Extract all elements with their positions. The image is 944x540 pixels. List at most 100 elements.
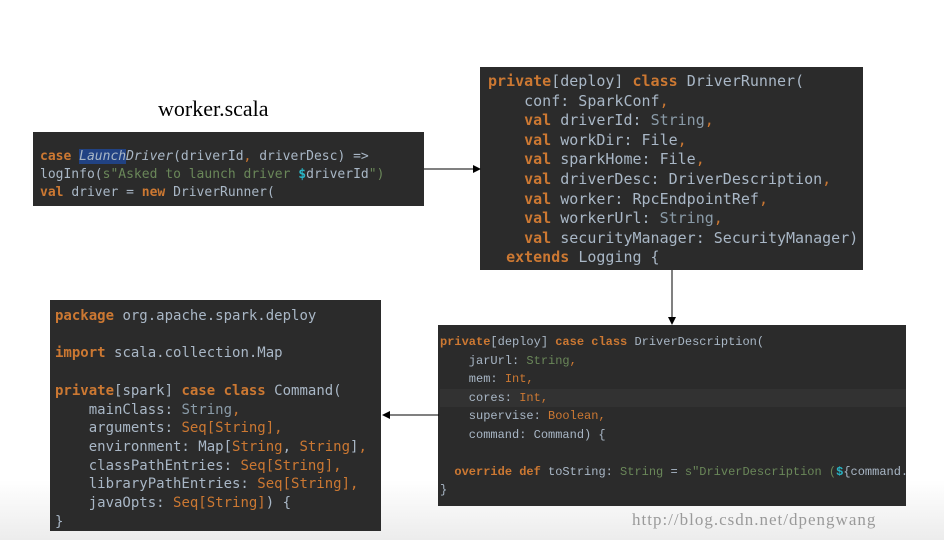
code-line: private[deploy] case class DriverDescrip… xyxy=(440,333,906,352)
file-title: worker.scala xyxy=(158,96,269,121)
code-line: override def toString: String = s"Driver… xyxy=(440,463,906,482)
code-token: , xyxy=(232,401,241,418)
code-token: , xyxy=(243,149,260,164)
code-line: val sparkHome: File, xyxy=(488,150,863,170)
code-token: supervise: xyxy=(440,409,549,423)
code-token: Int xyxy=(504,372,527,386)
code-token: Seq[String] xyxy=(173,495,266,512)
code-line: val securityManager: SecurityManager) xyxy=(488,229,863,249)
code-token: package xyxy=(55,308,123,324)
watermark: http://blog.csdn.net/dpengwang xyxy=(632,510,877,529)
code-token: ") xyxy=(368,167,385,182)
code-token: String xyxy=(526,353,570,368)
code-token: , xyxy=(540,390,549,405)
code-token: , xyxy=(598,409,606,423)
code-token: driverDesc: DriverDescription xyxy=(560,169,823,188)
code-token: , xyxy=(350,476,359,493)
code-token: cores: xyxy=(440,390,520,405)
code-token: workDir: File xyxy=(560,130,678,149)
code-line: } xyxy=(440,481,906,500)
code-line: logInfo(s"Asked to launch driver $driver… xyxy=(40,166,424,184)
code-line: javaOpts: Seq[String]) { xyxy=(55,494,381,513)
code-token: [spark] xyxy=(114,382,182,399)
code-token: } xyxy=(440,483,448,497)
code-token: import xyxy=(55,345,115,362)
code-token: , xyxy=(333,457,342,474)
code-line: case LaunchDriver(driverId, driverDesc) … xyxy=(40,148,424,166)
code-token: val xyxy=(40,185,72,200)
code-token: private xyxy=(488,72,552,90)
code-token: , xyxy=(704,111,714,130)
code-token: , xyxy=(758,189,768,208)
code-token: Int xyxy=(519,390,541,405)
code-line: val workDir: File, xyxy=(488,131,863,151)
code-token: case class xyxy=(181,382,275,399)
code-line: classPathEntries: Seq[String], xyxy=(55,457,381,476)
code-line: val driverId: String, xyxy=(488,111,863,131)
code-line: import scala.collection.Map xyxy=(55,344,381,363)
code-token: environment: Map[ xyxy=(55,438,233,455)
code-token: mem: xyxy=(440,372,505,386)
code-token: String xyxy=(232,438,283,455)
code-token: Command( xyxy=(274,382,342,399)
code-line: mem: Int, xyxy=(440,370,906,389)
code-token: driverDesc) => xyxy=(259,149,369,164)
code-line: conf: SparkConf, xyxy=(488,92,863,112)
code-token: mainClass: xyxy=(55,401,182,418)
code-token: , xyxy=(282,438,300,455)
code-line: val driverDesc: DriverDescription, xyxy=(488,170,863,190)
code-token: case xyxy=(40,149,80,164)
code-token: logInfo( xyxy=(40,167,103,182)
code-token: = xyxy=(663,464,685,479)
code-line: command: Command) { xyxy=(440,426,906,445)
code-token: javaOpts: xyxy=(55,495,174,512)
code-token: org.apache.spark.deploy xyxy=(122,308,317,324)
arrow-worker-to-driver-runner xyxy=(424,165,481,173)
code-token: scala.collection.Map xyxy=(114,345,283,362)
code-token: Boolean xyxy=(548,409,599,423)
code-line: private[spark] case class Command( xyxy=(55,382,381,401)
code-token: , xyxy=(274,420,283,437)
code-token: val xyxy=(524,189,561,208)
code-token: val xyxy=(524,169,561,188)
code-line: extends Logging { xyxy=(488,248,863,268)
code-token: worker: RpcEndpointRef xyxy=(560,189,759,208)
code-token: classPathEntries: xyxy=(55,457,241,474)
code-token: driverId xyxy=(306,167,369,182)
code-line: mainClass: String, xyxy=(55,401,381,420)
arrow-driver-runner-to-driver-description xyxy=(668,270,676,325)
code-token: securityManager: SecurityManager) xyxy=(560,228,859,247)
code-line: supervise: Boolean, xyxy=(440,407,906,426)
code-token: private xyxy=(440,335,491,349)
code-token: , xyxy=(659,91,669,110)
code-token: driverId: xyxy=(560,111,651,130)
code-token: command: Command) { xyxy=(440,427,606,442)
code-line: } xyxy=(55,513,381,531)
code-line: libraryPathEntries: Seq[String], xyxy=(55,475,381,494)
code-token: Seq[String] xyxy=(240,457,334,474)
code-token: case class xyxy=(555,335,635,349)
arrow-driver-description-to-command xyxy=(382,411,439,419)
code-token: : xyxy=(605,464,621,479)
code-token: workerUrl: xyxy=(560,209,660,228)
code-token: class xyxy=(632,72,687,90)
code-line: arguments: Seq[String], xyxy=(55,419,381,438)
code-token: Logging { xyxy=(578,248,660,267)
driver-runner-code-snippet: private[deploy] class DriverRunner( conf… xyxy=(480,67,863,270)
code-token: , xyxy=(526,372,534,386)
code-token: val xyxy=(524,209,561,228)
code-token: val xyxy=(524,130,561,149)
code-token: } xyxy=(55,513,64,530)
code-token: [deploy] xyxy=(551,72,633,90)
code-token: $ xyxy=(298,167,307,182)
code-token: String xyxy=(181,401,233,418)
code-token: arguments: xyxy=(55,420,182,437)
